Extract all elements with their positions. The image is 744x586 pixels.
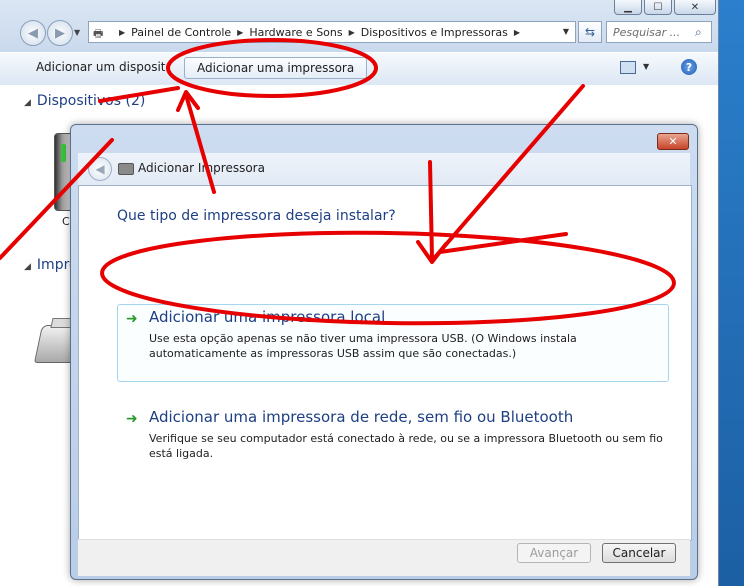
forward-arrow-icon: ▶	[55, 25, 65, 41]
dialog-question: Que tipo de impressora deseja instalar?	[117, 208, 396, 224]
close-button[interactable]: ✕	[674, 0, 716, 15]
help-icon[interactable]: ?	[681, 59, 697, 75]
dialog-footer: Avançar Cancelar	[78, 539, 690, 576]
chevron-right-icon[interactable]: ▶	[514, 28, 520, 37]
forward-button[interactable]: ▶	[47, 20, 73, 46]
option-description: Verifique se seu computador está conecta…	[149, 432, 663, 460]
dialog-back-button[interactable]: ◀	[88, 157, 112, 181]
window-caption-buttons: ▁ ☐ ✕	[614, 0, 716, 15]
collapse-triangle-icon: ◢	[24, 98, 31, 108]
back-button[interactable]: ◀	[20, 20, 46, 46]
device-label[interactable]: C	[62, 215, 70, 228]
breadcrumb: ▶ Painel de Controle ▶ Hardware e Sons ▶…	[113, 26, 526, 39]
breadcrumb-devices-printers[interactable]: Dispositivos e Impressoras	[361, 26, 508, 39]
green-arrow-icon: ➜	[126, 411, 138, 427]
navigation-bar: ◀ ▶ ▼ 🖶 ▶ Painel de Controle ▶ Hardware …	[0, 18, 718, 48]
change-view-icon[interactable]	[620, 61, 636, 74]
control-panel-icon: 🖶	[93, 27, 104, 40]
refresh-button[interactable]: ⇆	[578, 21, 602, 43]
option-network-printer[interactable]: ➜ Adicionar uma impressora de rede, sem …	[117, 404, 669, 474]
address-history-dropdown-icon[interactable]: ▼	[563, 27, 569, 36]
search-box[interactable]: ⌕	[606, 21, 712, 43]
option-description: Use esta opção apenas se não tiver uma i…	[149, 332, 577, 360]
dialog-header: ◀ Adicionar Impressora	[78, 153, 690, 185]
option-local-printer[interactable]: ➜ Adicionar uma impressora local Use est…	[117, 304, 669, 382]
option-title[interactable]: Adicionar uma impressora local	[149, 308, 385, 326]
back-arrow-icon: ◀	[95, 162, 105, 176]
printer-icon	[118, 163, 134, 175]
chevron-right-icon[interactable]: ▶	[237, 28, 243, 37]
minimize-button[interactable]: ▁	[614, 0, 642, 15]
desktop-background	[718, 0, 744, 586]
search-icon[interactable]: ⌕	[695, 25, 702, 40]
command-bar: Adicionar um dispositivo Adicionar uma i…	[0, 52, 718, 86]
address-bar[interactable]: 🖶 ▶ Painel de Controle ▶ Hardware e Sons…	[88, 21, 576, 43]
chevron-right-icon[interactable]: ▶	[119, 28, 125, 37]
maximize-button[interactable]: ☐	[644, 0, 672, 15]
recent-pages-dropdown-icon[interactable]: ▼	[74, 28, 80, 37]
add-printer-button[interactable]: Adicionar uma impressora	[184, 57, 368, 79]
dialog-close-button[interactable]: ✕	[657, 133, 689, 150]
breadcrumb-hardware-sound[interactable]: Hardware e Sons	[249, 26, 342, 39]
add-device-button[interactable]: Adicionar um dispositivo	[36, 60, 166, 74]
next-button[interactable]: Avançar	[517, 543, 591, 563]
breadcrumb-control-panel[interactable]: Painel de Controle	[131, 26, 231, 39]
dialog-body: Que tipo de impressora deseja instalar? …	[78, 185, 692, 541]
view-options-dropdown-icon[interactable]: ▼	[643, 62, 649, 71]
refresh-icon: ⇆	[584, 25, 596, 39]
collapse-triangle-icon: ◢	[24, 262, 31, 272]
back-arrow-icon: ◀	[28, 25, 38, 41]
devices-group-label: Dispositivos (2)	[36, 93, 146, 109]
search-input[interactable]	[607, 24, 695, 40]
green-arrow-icon: ➜	[126, 311, 138, 327]
cancel-button[interactable]: Cancelar	[602, 543, 676, 563]
power-led	[61, 144, 66, 162]
option-title[interactable]: Adicionar uma impressora de rede, sem fi…	[149, 408, 573, 426]
add-printer-dialog: ✕ ◀ Adicionar Impressora Que tipo de imp…	[70, 124, 698, 580]
devices-group-header[interactable]: ◢ Dispositivos (2)	[24, 93, 145, 109]
chevron-right-icon[interactable]: ▶	[349, 28, 355, 37]
dialog-title: Adicionar Impressora	[138, 161, 265, 175]
